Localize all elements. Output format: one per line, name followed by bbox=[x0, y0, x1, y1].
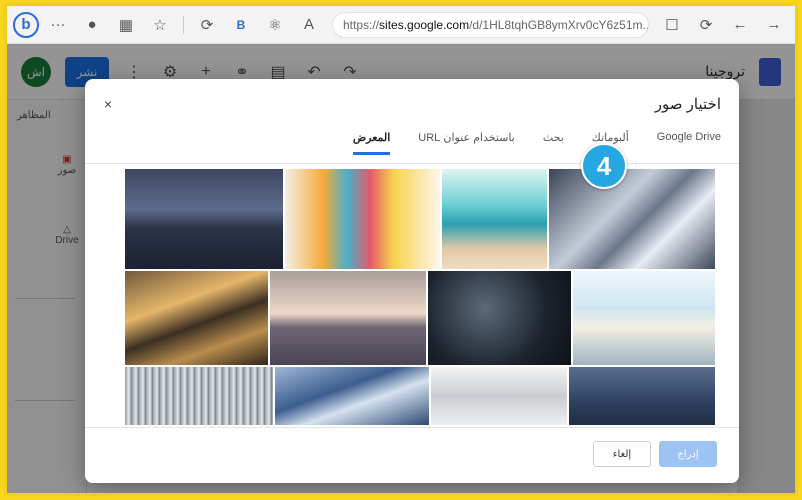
bing-icon[interactable]: B bbox=[226, 10, 256, 40]
gallery-image[interactable] bbox=[125, 367, 273, 425]
tab-gallery[interactable]: المعرض bbox=[352, 131, 391, 155]
gallery-image[interactable] bbox=[270, 271, 426, 365]
picker-tabs: المعرض باستخدام عنوان URL بحث ألبوماتك G… bbox=[352, 131, 721, 155]
close-icon[interactable]: × bbox=[99, 95, 117, 113]
image-picker-dialog: × اختيار صور المعرض باستخدام عنوان URL ب… bbox=[85, 79, 739, 483]
image-gallery-grid bbox=[125, 169, 715, 425]
forward-icon[interactable]: → bbox=[759, 10, 789, 40]
browser-logo-icon[interactable]: b bbox=[13, 11, 39, 38]
gallery-image[interactable] bbox=[573, 271, 715, 365]
gallery-image[interactable] bbox=[285, 169, 440, 269]
url-path: /d/1HL8tqhGB8ymXrv0cY6z51m... bbox=[469, 17, 649, 32]
tab-by-url[interactable]: باستخدام عنوان URL bbox=[418, 131, 515, 155]
url-prefix: https:// bbox=[343, 17, 380, 32]
favorites-icon[interactable]: ☆ bbox=[145, 10, 175, 40]
browser-toolbar: b ··· ● ▦ ☆ ⟳ B ⚛ A https:// sites.googl… bbox=[7, 6, 795, 44]
address-bar[interactable]: https:// sites.google.com /d/1HL8tqhGB8y… bbox=[332, 11, 649, 38]
refresh-icon[interactable]: ⟳ bbox=[691, 10, 721, 40]
gallery-image[interactable] bbox=[428, 271, 571, 365]
gallery-image[interactable] bbox=[549, 169, 715, 269]
gallery-image[interactable] bbox=[125, 271, 268, 365]
dialog-footer: إلغاء إدراج bbox=[85, 427, 739, 483]
profile-icon[interactable]: ● bbox=[77, 10, 107, 40]
cancel-button[interactable]: إلغاء bbox=[593, 441, 651, 467]
toolbar-divider bbox=[183, 15, 184, 34]
gallery-image[interactable] bbox=[125, 169, 283, 269]
site-info-icon[interactable]: ⚛ bbox=[260, 10, 290, 40]
step-number-badge: 4 bbox=[581, 143, 627, 189]
extension-icon[interactable]: ⟳ bbox=[192, 10, 222, 40]
tab-search[interactable]: بحث bbox=[543, 131, 564, 155]
browser-menu-icon[interactable]: ··· bbox=[43, 10, 73, 40]
read-aloud-icon[interactable]: A bbox=[294, 10, 324, 40]
back-icon[interactable]: ← bbox=[725, 10, 755, 40]
tab-google-drive[interactable]: Google Drive bbox=[657, 131, 721, 155]
gallery-image[interactable] bbox=[442, 169, 547, 269]
gallery-image[interactable] bbox=[275, 367, 429, 425]
insert-button[interactable]: إدراج bbox=[659, 441, 717, 467]
lock-icon[interactable]: ☐ bbox=[657, 10, 687, 40]
tabs-divider bbox=[85, 163, 739, 164]
url-host: sites.google.com bbox=[379, 17, 470, 32]
dialog-title: اختيار صور bbox=[654, 96, 721, 113]
gallery-image[interactable] bbox=[569, 367, 715, 425]
gallery-image[interactable] bbox=[431, 367, 567, 425]
tabs-icon[interactable]: ▦ bbox=[111, 10, 141, 40]
screenshot-frame: b ··· ● ▦ ☆ ⟳ B ⚛ A https:// sites.googl… bbox=[4, 3, 798, 496]
